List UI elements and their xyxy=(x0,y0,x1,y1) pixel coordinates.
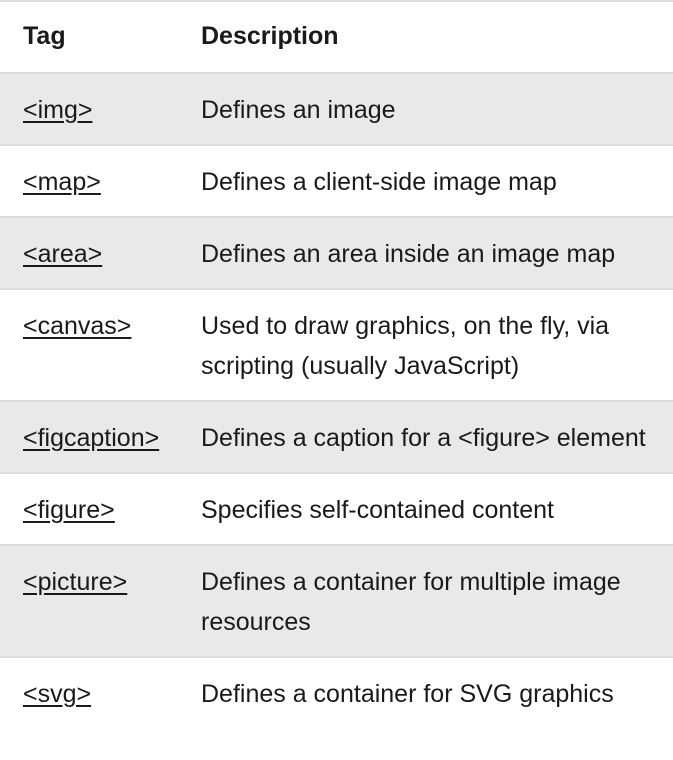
header-tag: Tag xyxy=(23,22,66,50)
tag-link-area[interactable]: <area> xyxy=(23,240,102,268)
table-row: <figcaption> Defines a caption for a <fi… xyxy=(0,401,673,473)
description-cell: Defines an area inside an image map xyxy=(201,240,616,268)
tag-cell: <map> xyxy=(0,145,185,217)
table-row: <canvas> Used to draw graphics, on the f… xyxy=(0,289,673,401)
table-row: <map> Defines a client-side image map xyxy=(0,145,673,217)
table-row: <area> Defines an area inside an image m… xyxy=(0,217,673,289)
tag-link-figcaption[interactable]: <figcaption> xyxy=(23,424,159,452)
tag-cell: <svg> xyxy=(0,657,185,728)
description-cell: Defines an image xyxy=(201,96,396,124)
table-row: <picture> Defines a container for multip… xyxy=(0,545,673,657)
tag-link-canvas[interactable]: <canvas> xyxy=(23,312,131,340)
tag-cell: <figcaption> xyxy=(0,401,185,473)
description-cell: Defines a container for SVG graphics xyxy=(201,680,614,708)
tag-cell: <img> xyxy=(0,73,185,145)
description-cell: Specifies self-contained content xyxy=(201,496,554,524)
tag-reference-table: Tag Description <img> Defines an image <… xyxy=(0,0,673,728)
tag-cell: <area> xyxy=(0,217,185,289)
description-cell: Defines a caption for a <figure> element xyxy=(201,424,646,452)
table-header-row: Tag Description xyxy=(0,1,673,73)
tag-cell: <picture> xyxy=(0,545,185,657)
tag-cell: <figure> xyxy=(0,473,185,545)
description-cell: Defines a client-side image map xyxy=(201,168,557,196)
tag-link-figure[interactable]: <figure> xyxy=(23,496,115,524)
tag-link-map[interactable]: <map> xyxy=(23,168,101,196)
tag-link-picture[interactable]: <picture> xyxy=(23,568,127,596)
tag-cell: <canvas> xyxy=(0,289,185,401)
header-description: Description xyxy=(201,22,339,50)
description-cell: Defines a container for multiple image r… xyxy=(201,568,621,636)
table-row: <img> Defines an image xyxy=(0,73,673,145)
table-row: <figure> Specifies self-contained conten… xyxy=(0,473,673,545)
description-cell: Used to draw graphics, on the fly, via s… xyxy=(201,312,610,380)
table-row: <svg> Defines a container for SVG graphi… xyxy=(0,657,673,728)
tag-link-img[interactable]: <img> xyxy=(23,96,92,124)
tag-link-svg[interactable]: <svg> xyxy=(23,680,91,708)
